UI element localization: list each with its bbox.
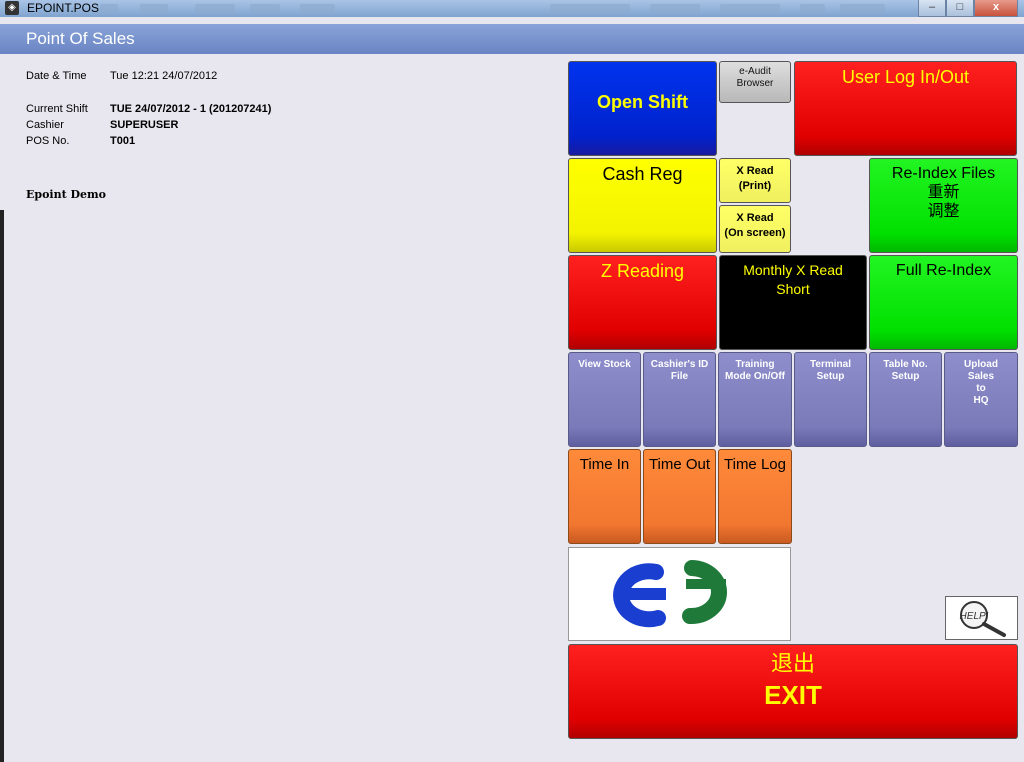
upload-sales-button-label-3: HQ [973,395,989,406]
exit-chinese-label: 退出 [770,652,815,677]
datetime-label: Date & Time [26,70,87,82]
help-label: HELP! [960,611,989,622]
datetime-value: Tue 12:21 24/07/2012 [110,70,218,82]
z-reading-button-label-0: Z Reading [600,261,685,281]
titlebar-blur-1 [100,4,118,13]
company-logo [568,547,791,641]
time-out-button-label-0: Time Out [648,456,711,473]
full-re-index-button[interactable]: Full Re-Index [869,255,1018,350]
exit-label: EXIT [764,680,822,710]
re-index-files-button-label-0: Re-Index Files [891,165,996,182]
view-stock-button-label-0: View Stock [578,359,631,370]
re-index-files-button[interactable]: Re-Index Files 重新调整 [869,158,1018,253]
minimize-button[interactable]: – [918,0,946,17]
upload-sales-button-label-0: Upload [964,359,998,370]
titlebar-blur-6 [550,4,630,13]
monthly-x-read-short-button-label-1: Short [776,281,810,297]
open-shift-button[interactable]: Open Shift [568,61,717,156]
help-button[interactable]: HELP! [945,596,1018,640]
terminal-setup-button-label-0: Terminal [810,359,851,370]
re-index-files-button-label-2: 调整 [927,203,960,220]
time-in-button[interactable]: Time In [568,449,641,544]
app-icon: ◈ [5,1,19,15]
pos-label: POS No. [26,135,70,147]
shift-row: Current Shift TUE 24/07/2012 - 1 (2012072… [26,103,271,115]
e-audit-browser-button-label-0: e-Audit [739,66,771,77]
shift-label: Current Shift [26,103,88,115]
titlebar-blur-8 [720,4,780,13]
cashier-row: Cashier SUPERUSER [26,119,178,131]
user-log-button[interactable]: User Log In/Out [794,61,1017,156]
shift-value: TUE 24/07/2012 - 1 (201207241) [110,103,272,115]
left-edge-bar [0,210,4,762]
user-log-button-label-0: User Log In/Out [841,67,970,87]
terminal-setup-button[interactable]: Terminal Setup [794,352,867,447]
exit-button[interactable]: 退出 EXIT [568,644,1018,739]
terminal-setup-button-label-1: Setup [816,371,845,382]
x-read-print-button-label-0: X Read [736,165,774,177]
training-mode-button[interactable]: Training Mode On/Off [718,352,792,447]
titlebar-blur-7 [650,4,700,13]
titlebar-blur-9 [800,4,825,13]
upload-sales-button-label-2: to [976,383,986,394]
cashier-id-file-button-label-1: File [670,371,689,382]
help-magnifier-icon: HELP! [960,601,1006,637]
cashier-id-file-button[interactable]: Cashier's ID File [643,352,716,447]
table-no-setup-button-label-1: Setup [891,371,920,382]
time-in-button-label-0: Time In [579,456,630,473]
open-shift-button-label-0: Open Shift [597,92,688,112]
titlebar-blur-10 [840,4,885,13]
monthly-x-read-short-button[interactable]: Monthly X Read Short [719,255,867,350]
x-read-on-screen-button-label-0: X Read [736,212,774,224]
time-log-button[interactable]: Time Log [718,449,792,544]
training-mode-button-label-1: Mode On/Off [725,371,785,382]
z-reading-button[interactable]: Z Reading [568,255,717,350]
time-out-button[interactable]: Time Out [643,449,716,544]
cash-reg-button-label-0: Cash Reg [602,164,683,184]
upload-sales-button-label-1: Sales [967,371,995,382]
company-name: Epoint Demo [26,188,107,201]
datetime-row: Date & Time Tue 12:21 24/07/2012 [26,70,217,82]
cashier-value: SUPERUSER [110,119,179,131]
window-title: EPOINT.POS [27,1,100,15]
titlebar-blur-3 [195,4,235,13]
close-button[interactable]: x [974,0,1018,17]
e-audit-browser-button[interactable]: e-Audit Browser [719,61,791,103]
table-no-setup-button-label-0: Table No. [883,359,928,370]
cashier-label: Cashier [26,119,64,131]
cashier-id-file-button-label-0: Cashier's ID [650,359,709,370]
time-log-button-label-0: Time Log [724,456,786,473]
x-read-print-button[interactable]: X Read (Print) [719,158,791,203]
full-re-index-button-label-0: Full Re-Index [895,262,992,279]
pos-row: POS No. T001 [26,135,135,147]
e-audit-browser-button-label-1: Browser [736,78,774,89]
window-controls: – □ x [918,0,1018,17]
cash-reg-button[interactable]: Cash Reg [568,158,717,253]
monthly-x-read-short-button-label-0: Monthly X Read [743,262,843,278]
x-read-print-button-label-1: (Print) [738,180,772,192]
view-stock-button[interactable]: View Stock [568,352,641,447]
x-read-on-screen-button[interactable]: X Read (On screen) [719,205,791,253]
training-mode-button-label-0: Training [735,359,775,370]
upload-sales-button[interactable]: Upload Sales to HQ [944,352,1018,447]
page-header: Point Of Sales [0,24,1024,54]
re-index-files-button-label-1: 重新 [927,184,960,201]
maximize-button[interactable]: □ [946,0,974,17]
window-titlebar: ◈ EPOINT.POS – □ x [0,0,1024,17]
x-read-on-screen-button-label-1: (On screen) [724,227,786,239]
pos-value: T001 [110,135,136,147]
page-title: Point Of Sales [26,29,135,48]
titlebar-blur-2 [140,4,168,13]
table-no-setup-button[interactable]: Table No. Setup [869,352,942,447]
titlebar-blur-4 [250,4,280,13]
titlebar-blur-5 [300,4,335,13]
epoint-logo-icon [613,560,727,628]
